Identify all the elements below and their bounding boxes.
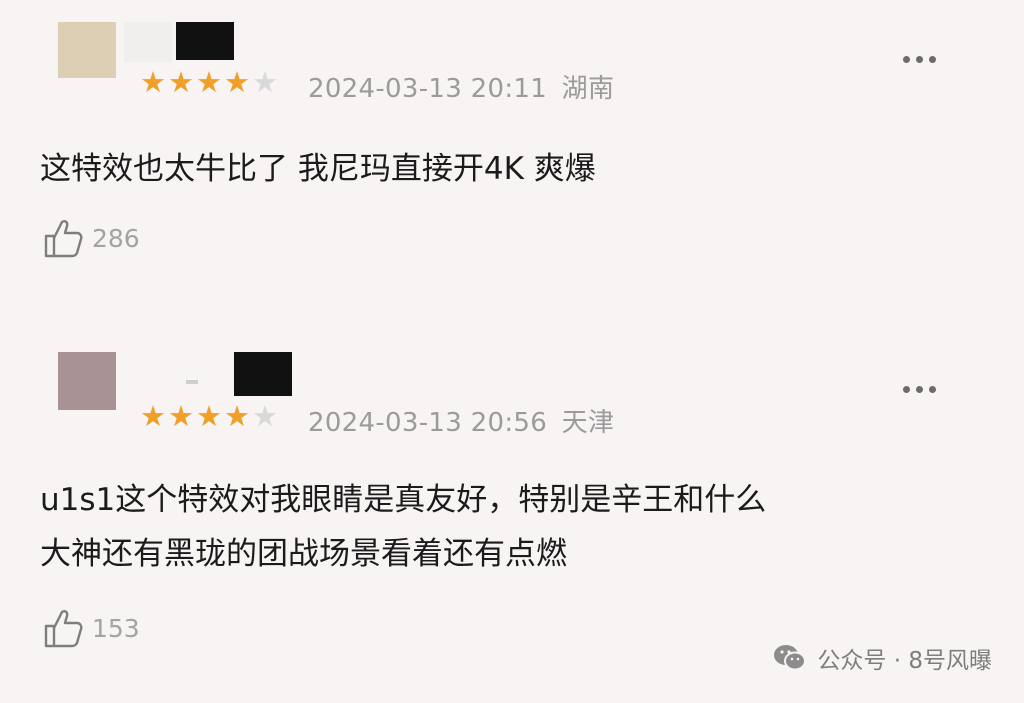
comment-line: 这特效也太牛比了 我尼玛直接开4K 爽爆 bbox=[40, 151, 596, 187]
star-icon: ★ bbox=[252, 65, 278, 99]
star-icon: ★ bbox=[196, 65, 222, 99]
like-button[interactable]: 286 bbox=[42, 216, 140, 260]
star-icon: ★ bbox=[224, 399, 250, 433]
username-redacted[interactable] bbox=[234, 352, 292, 396]
comment-date: 2024-03-13 20:56 bbox=[308, 408, 548, 438]
avatar[interactable] bbox=[58, 22, 116, 78]
username-redacted[interactable] bbox=[176, 22, 234, 60]
star-icon: ★ bbox=[140, 399, 166, 433]
more-options-icon[interactable] bbox=[903, 386, 936, 393]
comment-meta: 2024-03-13 20:11 湖南 bbox=[308, 68, 614, 105]
like-count: 286 bbox=[92, 223, 140, 253]
comment-text: 这特效也太牛比了 我尼玛直接开4K 爽爆 bbox=[40, 142, 596, 196]
avatar[interactable] bbox=[58, 352, 116, 410]
more-options-icon[interactable] bbox=[903, 56, 936, 63]
rating-stars: ★ ★ ★ ★ ★ bbox=[140, 402, 278, 431]
star-icon: ★ bbox=[168, 65, 194, 99]
star-icon: ★ bbox=[140, 65, 166, 99]
comment-line: u1s1这个特效对我眼睛是真友好，特别是辛王和什么 bbox=[40, 482, 767, 518]
star-icon: ★ bbox=[252, 399, 278, 433]
star-icon: ★ bbox=[196, 399, 222, 433]
comment-date: 2024-03-13 20:11 bbox=[308, 74, 548, 104]
username-ghost bbox=[186, 380, 198, 384]
comment-meta: 2024-03-13 20:56 天津 bbox=[308, 402, 614, 439]
comment-region: 天津 bbox=[561, 408, 615, 438]
watermark-text: 公众号 · 8号风曝 bbox=[817, 648, 992, 674]
comment-text: u1s1这个特效对我眼睛是真友好，特别是辛王和什么 大神还有黑珑的团战场景看着还… bbox=[40, 473, 766, 581]
comment-region: 湖南 bbox=[561, 74, 615, 104]
thumbs-up-icon bbox=[44, 220, 83, 258]
thumbs-up-icon bbox=[44, 610, 83, 648]
star-icon: ★ bbox=[168, 399, 194, 433]
username-ghost bbox=[124, 22, 172, 62]
watermark: 公众号 · 8号风曝 bbox=[773, 641, 992, 675]
like-button[interactable]: 153 bbox=[42, 606, 140, 650]
like-count: 153 bbox=[92, 613, 140, 643]
wechat-icon bbox=[774, 645, 807, 671]
comment-line: 大神还有黑珑的团战场景看着还有点燃 bbox=[40, 536, 567, 572]
rating-stars: ★ ★ ★ ★ ★ bbox=[140, 68, 278, 97]
star-icon: ★ bbox=[224, 65, 250, 99]
comment-card: ★ ★ ★ ★ ★ 2024-03-13 20:11 湖南 这特效也太牛比了 我… bbox=[0, 0, 1024, 330]
